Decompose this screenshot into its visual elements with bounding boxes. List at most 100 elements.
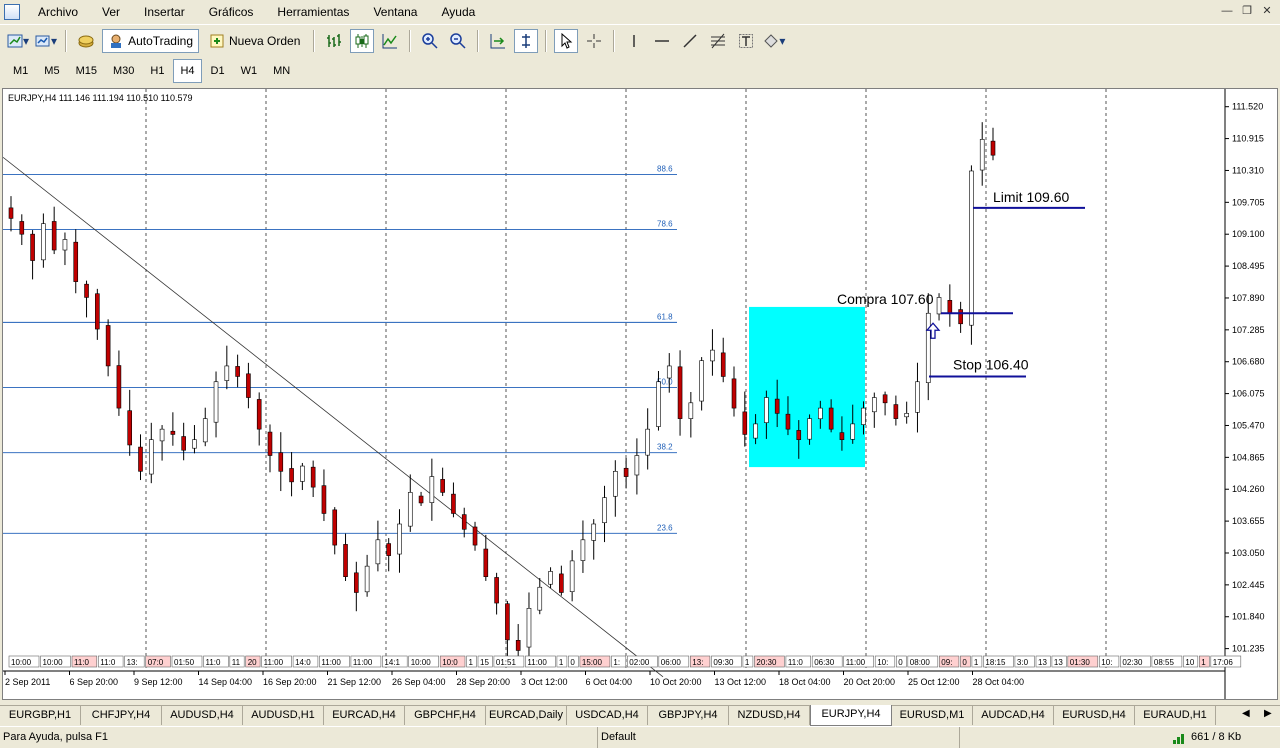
menu-herramientas[interactable]: Herramientas (265, 0, 361, 24)
trendline-icon[interactable] (678, 29, 702, 53)
autotrading-button[interactable]: AutoTrading (102, 28, 199, 53)
tab-gbpjpy-h4[interactable]: GBPJPY,H4 (648, 706, 729, 725)
candle-body (915, 381, 920, 413)
menu-graficos[interactable]: Gráficos (197, 0, 266, 24)
tab-eurusd-h4[interactable]: EURUSD,H4 (1054, 706, 1135, 725)
tab-eurgbp-h1[interactable]: EURGBP,H1 (0, 706, 81, 725)
candle-body (267, 431, 273, 456)
timeframe-h4[interactable]: H4 (173, 59, 202, 83)
trade-tag-label: 07:0 (148, 658, 164, 667)
timeframe-d1[interactable]: D1 (204, 59, 232, 83)
crosshair-icon[interactable] (582, 29, 606, 53)
tab-chfjpy-h4[interactable]: CHFJPY,H4 (81, 706, 162, 725)
candle-body (699, 360, 704, 402)
candle-body (645, 428, 650, 456)
horizontal-line-icon[interactable] (650, 29, 674, 53)
tab-audusd-h1[interactable]: AUDUSD,H1 (243, 706, 324, 725)
tab-eurusd-m1[interactable]: EURUSD,M1 (892, 706, 973, 725)
fibonacci-level-label: 78.6 (657, 220, 673, 229)
app-logo-icon (4, 4, 20, 20)
fibonacci-level-label: 61.8 (657, 312, 673, 321)
trade-tag-label: 01:50 (174, 658, 195, 667)
line-chart-icon[interactable] (378, 29, 402, 53)
tab-scroll-right-icon[interactable]: ▶ (1264, 708, 1272, 719)
vertical-line-icon[interactable] (622, 29, 646, 53)
timeframe-h1[interactable]: H1 (143, 59, 171, 83)
date-label: 26 Sep 04:00 (392, 677, 446, 687)
label-icon[interactable]: ▾ (762, 29, 786, 53)
candle-body (19, 221, 25, 235)
tab-gbpchf-h4[interactable]: GBPCHF,H4 (405, 706, 486, 725)
timeframe-m1[interactable]: M1 (6, 59, 35, 83)
new-order-button[interactable]: Nueva Orden (203, 29, 306, 53)
tab-scroll-left-icon[interactable]: ◀ (1242, 708, 1250, 719)
candle-body (871, 397, 877, 413)
text-icon[interactable] (734, 29, 758, 53)
menu-archivo[interactable]: Archivo (26, 0, 90, 24)
menu-ver[interactable]: Ver (90, 0, 132, 24)
candle-body (494, 577, 499, 604)
price-chart[interactable]: 111.520 110.915 110.310 109.705 109.100 108.4… (3, 89, 1277, 699)
candlestick-icon[interactable] (350, 28, 375, 53)
market-watch-icon[interactable] (74, 29, 98, 53)
price-label: 103.050 (1232, 548, 1265, 558)
tab-audusd-h4[interactable]: AUDUSD,H4 (162, 706, 243, 725)
status-profile: Default (598, 727, 960, 748)
trade-tag-label: 02:00 (629, 658, 650, 667)
tab-euraud-h1[interactable]: EURAUD,H1 (1135, 706, 1216, 725)
minimize-icon[interactable]: — (1220, 4, 1234, 18)
candle-body (354, 572, 359, 593)
timeframe-w1[interactable]: W1 (234, 59, 265, 83)
timeframe-m5[interactable]: M5 (37, 59, 66, 83)
candle-body (925, 312, 931, 383)
timeframe-m30[interactable]: M30 (106, 59, 141, 83)
candle-body (559, 573, 564, 593)
trendline (3, 156, 664, 678)
trade-tag-label: 0 (962, 658, 967, 667)
trade-tag-label: 10:00 (411, 658, 432, 667)
chart-shift-icon[interactable] (514, 28, 539, 53)
tab-eurcad-h4[interactable]: EURCAD,H4 (324, 706, 405, 725)
trade-tag-label: 08:55 (1154, 658, 1175, 667)
zoom-out-icon[interactable] (446, 29, 470, 53)
chart-symbol-header: EURJPY,H4 111.146 111.194 110.510 110.57… (8, 93, 192, 103)
timeframe-mn[interactable]: MN (266, 59, 297, 83)
tab-usdcad-h4[interactable]: USDCAD,H4 (567, 706, 648, 725)
candle-body (774, 398, 780, 414)
tab-audcad-h4[interactable]: AUDCAD,H4 (973, 706, 1054, 725)
fibonacci-icon[interactable] (706, 29, 730, 53)
menu-insertar[interactable]: Insertar (132, 0, 197, 24)
tab-eurcad-daily[interactable]: EURCAD,Daily (486, 706, 567, 725)
new-chart-icon[interactable]: ▾ (6, 29, 30, 53)
trade-tag-label: 10: (877, 658, 888, 667)
autoscroll-icon[interactable] (486, 29, 510, 53)
candle-body (990, 140, 996, 156)
trade-tag-label: 15:00 (582, 658, 603, 667)
trade-tag-label: 1 (974, 658, 979, 667)
candle-body (580, 539, 586, 561)
chart-window[interactable]: 111.520 110.915 110.310 109.705 109.100 108.4… (2, 88, 1278, 700)
menu-ventana[interactable]: Ventana (361, 0, 429, 24)
date-label: 28 Sep 20:00 (457, 677, 511, 687)
status-bar: Para Ayuda, pulsa F1 Default 661 / 8 Kb (0, 726, 1280, 748)
zoom-in-icon[interactable] (418, 29, 442, 53)
candle-body (828, 407, 834, 430)
candle-body (753, 423, 758, 439)
timeframe-m15[interactable]: M15 (69, 59, 104, 83)
restore-icon[interactable]: ❐ (1240, 4, 1254, 18)
candle-body (289, 468, 294, 483)
candle-body (731, 378, 737, 409)
candle-body (882, 394, 888, 404)
tab-eurjpy-h4[interactable]: EURJPY,H4 (810, 705, 892, 726)
candle-body (300, 465, 305, 482)
tab-nzdusd-h4[interactable]: NZDUSD,H4 (729, 706, 810, 725)
candle-body (8, 207, 14, 219)
bar-chart-icon[interactable] (322, 29, 346, 53)
cursor-icon[interactable] (554, 28, 579, 53)
profiles-icon[interactable]: ▾ (34, 29, 58, 53)
menu-ayuda[interactable]: Ayuda (429, 0, 487, 24)
candle-body (192, 439, 197, 449)
trade-tag-label: 11:00 (264, 658, 284, 667)
candle-body (386, 543, 391, 556)
close-icon[interactable]: ✕ (1260, 4, 1274, 18)
